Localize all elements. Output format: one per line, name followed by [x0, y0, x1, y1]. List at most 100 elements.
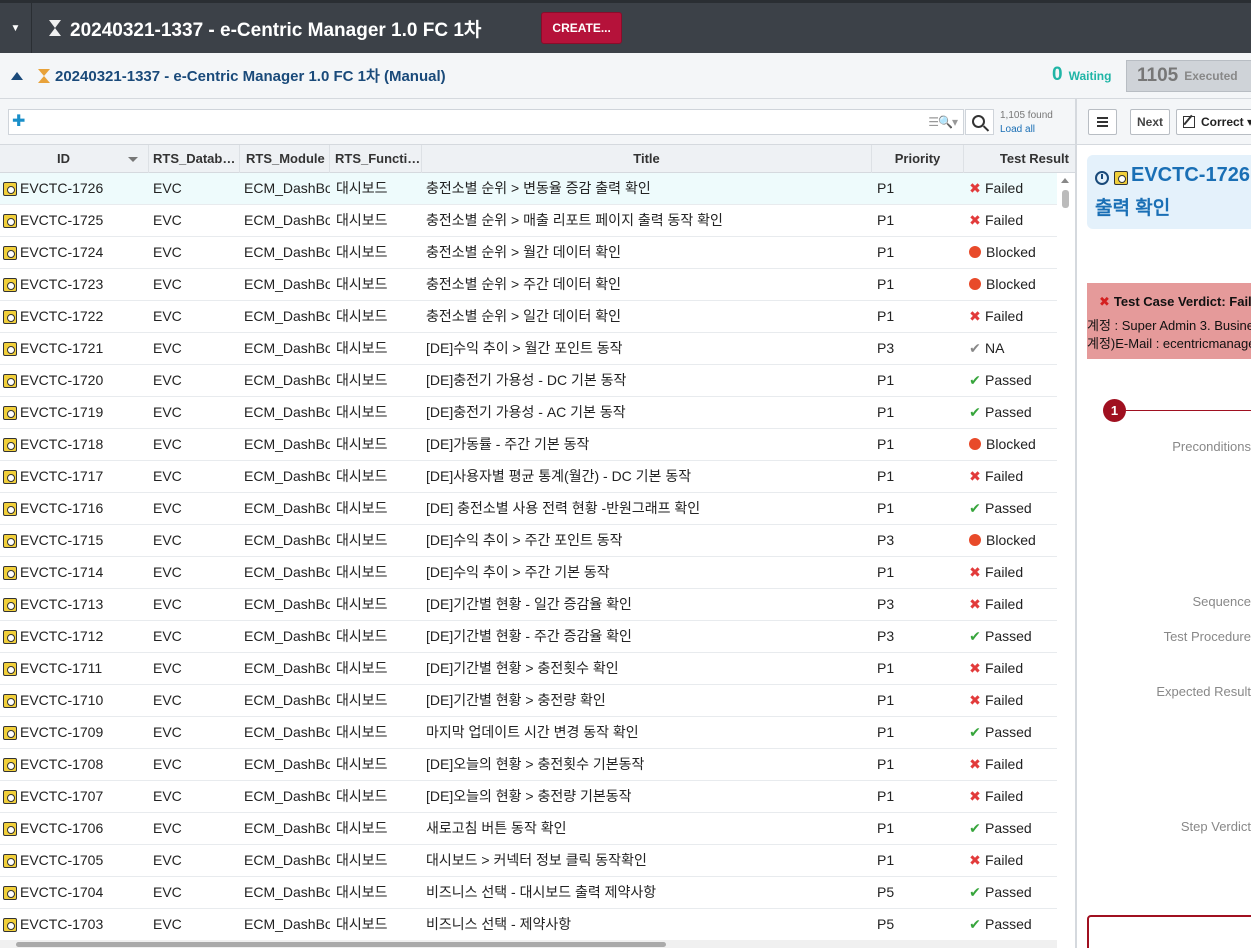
- cell-id[interactable]: EVCTC-1721: [20, 333, 149, 364]
- cell-priority: P1: [877, 692, 895, 708]
- test-case-icon: [3, 342, 17, 356]
- cell-title: [DE]사용자별 평균 통계(월간) - DC 기본 동작: [426, 468, 692, 484]
- correct-button[interactable]: Correct ▾: [1176, 109, 1251, 135]
- cell-result: ✖ Failed: [968, 749, 1057, 780]
- cell-title: [DE]수익 추이 > 주간 기본 동작: [426, 564, 610, 580]
- table-row[interactable]: EVCTC-1725EVC ECM_DashBoard 대시보드 충전소별 순위 > …: [0, 205, 1057, 237]
- hamburger-menu-button[interactable]: [1088, 109, 1117, 135]
- column-header-id[interactable]: ID: [0, 145, 149, 173]
- cell-id[interactable]: EVCTC-1711: [20, 653, 149, 684]
- cell-database: EVC: [153, 308, 182, 324]
- scroll-thumb[interactable]: [16, 942, 666, 947]
- table-row[interactable]: EVCTC-1719EVC ECM_DashBoard 대시보드 [DE]충전기 가용…: [0, 397, 1057, 429]
- sort-desc-icon[interactable]: [128, 157, 138, 162]
- passed-check-icon: ✔: [969, 724, 981, 740]
- cell-id[interactable]: EVCTC-1717: [20, 461, 149, 492]
- add-filter-icon[interactable]: ✚: [12, 114, 25, 130]
- test-case-icon: [3, 246, 17, 260]
- run-title-link[interactable]: 20240321-1337 - e-Centric Manager 1.0 FC…: [37, 65, 446, 86]
- table-row[interactable]: EVCTC-1708EVC ECM_DashBoard 대시보드 [DE]오늘의 현황…: [0, 749, 1057, 781]
- collapse-icon[interactable]: [11, 71, 23, 80]
- cell-id[interactable]: EVCTC-1713: [20, 589, 149, 620]
- table-row[interactable]: EVCTC-1704EVC ECM_DashBoard 대시보드 비즈니스 선택 - …: [0, 877, 1057, 909]
- cell-id[interactable]: EVCTC-1712: [20, 621, 149, 652]
- executed-counter[interactable]: 1105 Executed: [1126, 60, 1251, 92]
- scroll-thumb[interactable]: [1062, 190, 1069, 208]
- cell-id[interactable]: EVCTC-1724: [20, 237, 149, 268]
- table-row[interactable]: EVCTC-1712EVC ECM_DashBoard 대시보드 [DE]기간별 현황…: [0, 621, 1057, 653]
- table-row[interactable]: EVCTC-1720EVC ECM_DashBoard 대시보드 [DE]충전기 가용…: [0, 365, 1057, 397]
- table-row[interactable]: EVCTC-1713EVC ECM_DashBoard 대시보드 [DE]기간별 현황…: [0, 589, 1057, 621]
- table-row[interactable]: EVCTC-1707EVC ECM_DashBoard 대시보드 [DE]오늘의 현황…: [0, 781, 1057, 813]
- cell-id[interactable]: EVCTC-1709: [20, 717, 149, 748]
- column-header-title[interactable]: Title: [422, 145, 872, 173]
- cell-id[interactable]: EVCTC-1705: [20, 845, 149, 876]
- cell-id[interactable]: EVCTC-1723: [20, 269, 149, 300]
- table-row[interactable]: EVCTC-1711EVC ECM_DashBoard 대시보드 [DE]기간별 현황…: [0, 653, 1057, 685]
- cell-module: ECM_DashBoard: [244, 308, 330, 324]
- create-button[interactable]: CREATE...: [541, 12, 622, 44]
- cell-id[interactable]: EVCTC-1722: [20, 301, 149, 332]
- cell-id[interactable]: EVCTC-1716: [20, 493, 149, 524]
- cell-id[interactable]: EVCTC-1718: [20, 429, 149, 460]
- cell-priority: P1: [877, 244, 895, 260]
- table-row[interactable]: EVCTC-1721EVC ECM_DashBoard 대시보드 [DE]수익 추이 …: [0, 333, 1057, 365]
- load-all-link[interactable]: Load all: [1000, 123, 1053, 137]
- cell-id[interactable]: EVCTC-1726: [20, 173, 149, 204]
- table-row[interactable]: EVCTC-1716EVC ECM_DashBoard 대시보드 [DE] 충전소별 …: [0, 493, 1057, 525]
- passed-check-icon: ✔: [969, 820, 981, 836]
- filter-options-icon[interactable]: ☰🔍▾: [928, 115, 958, 129]
- cell-id[interactable]: EVCTC-1719: [20, 397, 149, 428]
- column-header-function[interactable]: RTS_Function: [330, 145, 422, 173]
- step-verdict-box[interactable]: [1087, 915, 1251, 948]
- cell-id[interactable]: EVCTC-1720: [20, 365, 149, 396]
- test-case-id[interactable]: EVCTC-1726: [1131, 164, 1250, 187]
- next-button[interactable]: Next: [1130, 109, 1170, 135]
- column-header-module[interactable]: RTS_Module: [240, 145, 330, 173]
- cell-title: [DE]기간별 현황 > 충전횟수 확인: [426, 660, 619, 676]
- cell-priority: P1: [877, 500, 895, 516]
- cell-id[interactable]: EVCTC-1714: [20, 557, 149, 588]
- cell-id[interactable]: EVCTC-1715: [20, 525, 149, 556]
- table-row[interactable]: EVCTC-1715EVC ECM_DashBoard 대시보드 [DE]수익 추이 …: [0, 525, 1057, 557]
- scroll-up-icon[interactable]: [1061, 178, 1069, 183]
- table-row[interactable]: EVCTC-1718EVC ECM_DashBoard 대시보드 [DE]가동률 - …: [0, 429, 1057, 461]
- table-row[interactable]: EVCTC-1709EVC ECM_DashBoard 대시보드 마지막 업데이트 시…: [0, 717, 1057, 749]
- search-input[interactable]: ✚ ☰🔍▾: [8, 109, 964, 135]
- cell-result: ✖ Failed: [968, 653, 1057, 684]
- table-row[interactable]: EVCTC-1714EVC ECM_DashBoard 대시보드 [DE]수익 추이 …: [0, 557, 1057, 589]
- edit-icon: [1183, 116, 1195, 128]
- cell-id[interactable]: EVCTC-1708: [20, 749, 149, 780]
- cell-id[interactable]: EVCTC-1710: [20, 685, 149, 716]
- cell-result: ✔ Passed: [968, 397, 1057, 428]
- vertical-scrollbar[interactable]: [1057, 173, 1075, 948]
- test-case-icon: [3, 406, 17, 420]
- failed-icon: ✖: [969, 660, 981, 676]
- column-header-result[interactable]: Test Result: [964, 145, 1075, 173]
- waiting-counter[interactable]: 0 Waiting: [1052, 64, 1111, 86]
- cell-id[interactable]: EVCTC-1706: [20, 813, 149, 844]
- table-row[interactable]: EVCTC-1723EVC ECM_DashBoard 대시보드 충전소별 순위 > …: [0, 269, 1057, 301]
- sequence-label: Sequence: [1192, 594, 1251, 609]
- table-row[interactable]: EVCTC-1705EVC ECM_DashBoard 대시보드 대시보드 > 커넥터…: [0, 845, 1057, 877]
- cell-priority: P1: [877, 788, 895, 804]
- cell-id[interactable]: EVCTC-1725: [20, 205, 149, 236]
- table-row[interactable]: EVCTC-1722EVC ECM_DashBoard 대시보드 충전소별 순위 > …: [0, 301, 1057, 333]
- cell-title: [DE]수익 추이 > 월간 포인트 동작: [426, 340, 623, 356]
- test-case-icon: [3, 470, 17, 484]
- cell-id[interactable]: EVCTC-1703: [20, 909, 149, 940]
- column-header-database[interactable]: RTS_Database: [149, 145, 240, 173]
- cell-id[interactable]: EVCTC-1707: [20, 781, 149, 812]
- menu-dropdown-button[interactable]: ▼: [0, 3, 32, 53]
- column-header-priority[interactable]: Priority: [872, 145, 964, 173]
- table-row[interactable]: EVCTC-1724EVC ECM_DashBoard 대시보드 충전소별 순위 > …: [0, 237, 1057, 269]
- search-button[interactable]: [965, 109, 994, 135]
- table-row[interactable]: EVCTC-1717EVC ECM_DashBoard 대시보드 [DE]사용자별 평…: [0, 461, 1057, 493]
- cell-id[interactable]: EVCTC-1704: [20, 877, 149, 908]
- table-row[interactable]: EVCTC-1706EVC ECM_DashBoard 대시보드 새로고침 버튼 동작…: [0, 813, 1057, 845]
- table-row[interactable]: EVCTC-1726EVC ECM_DashBoard 대시보드 충전소별 순위 > …: [0, 173, 1057, 205]
- table-row[interactable]: EVCTC-1703EVC ECM_DashBoard 대시보드 비즈니스 선택 - …: [0, 909, 1057, 941]
- cell-result: Blocked: [968, 429, 1057, 460]
- horizontal-scrollbar[interactable]: [0, 940, 1057, 948]
- table-row[interactable]: EVCTC-1710EVC ECM_DashBoard 대시보드 [DE]기간별 현황…: [0, 685, 1057, 717]
